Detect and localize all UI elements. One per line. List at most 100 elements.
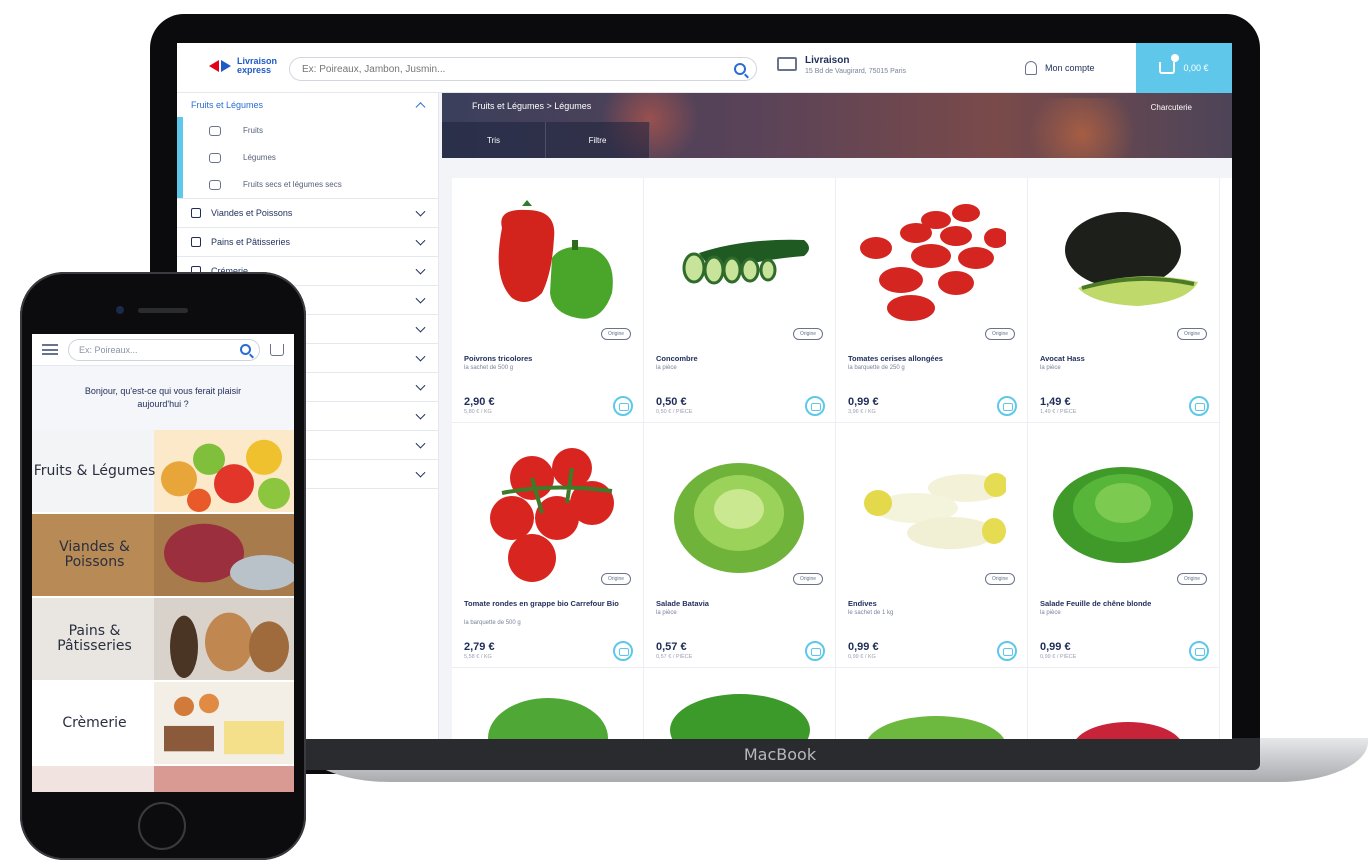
fruit-icon — [209, 125, 221, 136]
add-to-cart-button[interactable] — [805, 396, 825, 416]
add-to-cart-button[interactable] — [997, 641, 1017, 661]
product-grid: Origine Poivrons tricolores la sachet de… — [452, 178, 1232, 739]
hamburger-menu-icon[interactable] — [42, 344, 58, 355]
product-image-endives — [864, 473, 1006, 549]
product-price: 2,90 € — [464, 396, 495, 408]
chevron-down-icon — [415, 206, 426, 217]
add-to-cart-button[interactable] — [613, 396, 633, 416]
meat-icon — [191, 208, 201, 218]
search-bar[interactable] — [289, 57, 757, 81]
chevron-up-icon — [415, 102, 426, 113]
category-tile-viandes-poissons[interactable]: Viandes & Poissons — [32, 514, 294, 598]
chevron-down-icon — [415, 293, 426, 304]
product-price: 0,99 € — [848, 641, 879, 653]
product-name: Concombre — [656, 354, 698, 363]
origin-badge: Origine — [1177, 573, 1207, 585]
product-price: 0,99 € — [848, 396, 879, 408]
product-name: Avocat Hass — [1040, 354, 1085, 363]
product-quantity: la barquette de 250 g — [848, 365, 905, 371]
origin-badge: Origine — [601, 328, 631, 340]
delivery-title: Livraison — [805, 55, 850, 66]
laptop-screen: Livraison express Livraison 15 Bd de Vau… — [177, 43, 1232, 739]
mobile-search-placeholder: Ex: Poireaux... — [79, 344, 138, 355]
product-unit-price: 5,80 € / KG — [464, 409, 492, 415]
category-tile-partial[interactable] — [32, 766, 294, 792]
search-input[interactable] — [302, 58, 722, 80]
delivery-info[interactable]: Livraison 15 Bd de Vaugirard, 75015 Pari… — [777, 55, 906, 75]
tab-filter[interactable]: Filtre — [546, 122, 650, 158]
delivery-address: 15 Bd de Vaugirard, 75015 Paris — [805, 68, 907, 75]
category-tile-fruits-legumes[interactable]: Fruits & Légumes — [32, 430, 294, 514]
product-card[interactable] — [836, 668, 1028, 739]
product-card[interactable]: Origine Poivrons tricolores la sachet de… — [452, 178, 644, 423]
sidebar-item-label: Fruits et Légumes — [191, 100, 264, 110]
sidebar-subitem-label: Fruits — [243, 126, 263, 135]
product-unit-price: 1,49 € / PIÈCE — [1040, 409, 1077, 415]
logo[interactable]: Livraison express — [209, 57, 277, 75]
sidebar-subitem-fruits-secs[interactable]: Fruits secs et légumes secs — [177, 171, 438, 198]
product-card[interactable]: Origine Endives le sachet de 1 kg 0,99 €… — [836, 423, 1028, 668]
product-name: Tomate rondes en grappe bio Carrefour Bi… — [464, 599, 619, 608]
cart-total: 0,00 € — [1183, 63, 1209, 73]
product-card[interactable]: Origine Tomate rondes en grappe bio Carr… — [452, 423, 644, 668]
product-card[interactable]: Origine Salade Feuille de chêne blonde l… — [1028, 423, 1220, 668]
category-label: Fruits & Légumes — [33, 462, 156, 479]
category-image-bread — [154, 598, 294, 680]
add-to-cart-button[interactable] — [1189, 396, 1209, 416]
origin-badge: Origine — [601, 573, 631, 585]
product-quantity: la sachet de 500 g — [464, 365, 514, 371]
home-button[interactable] — [138, 802, 186, 850]
cart-icon[interactable] — [270, 343, 284, 356]
bread-icon — [191, 237, 201, 247]
product-image-peppers — [498, 200, 613, 319]
product-card[interactable] — [452, 668, 644, 739]
mobile-search-input[interactable]: Ex: Poireaux... — [68, 338, 260, 361]
add-to-cart-button[interactable] — [997, 396, 1017, 416]
product-image-vine-tomatoes — [490, 448, 614, 582]
user-icon — [1025, 61, 1037, 75]
add-to-cart-button[interactable] — [805, 641, 825, 661]
product-card[interactable]: Origine Avocat Hass la pièce 1,49 € 1,49… — [1028, 178, 1220, 423]
account-link[interactable]: Mon compte — [1025, 61, 1095, 75]
product-card[interactable]: Origine Tomates cerises allongées la bar… — [836, 178, 1028, 423]
sidebar-item-pains[interactable]: Pains et Pâtisseries — [177, 228, 438, 257]
product-price: 1,49 € — [1040, 396, 1071, 408]
product-quantity: la pièce — [1040, 365, 1061, 371]
product-image-lettuce — [867, 716, 1005, 739]
sidebar-item-viandes[interactable]: Viandes et Poissons — [177, 199, 438, 228]
product-card[interactable]: Origine Salade Batavia la pièce 0,57 € 0… — [644, 423, 836, 668]
sidebar-subitem-label: Légumes — [243, 153, 276, 162]
chevron-down-icon — [415, 409, 426, 420]
product-quantity: le sachet de 1 kg — [848, 610, 894, 616]
banner-tabs: Tris Filtre — [442, 122, 650, 158]
product-card[interactable] — [644, 668, 836, 739]
product-card[interactable] — [1028, 668, 1220, 739]
product-quantity: la pièce — [656, 365, 677, 371]
origin-badge: Origine — [985, 328, 1015, 340]
product-image-oakleaf-salad — [1053, 467, 1193, 563]
mobile-header: Ex: Poireaux... — [32, 334, 294, 366]
category-tile-cremerie[interactable]: Crèmerie — [32, 682, 294, 766]
add-to-cart-button[interactable] — [613, 641, 633, 661]
category-tile-pains-patisseries[interactable]: Pains & Pâtisseries — [32, 598, 294, 682]
sidebar-subitem-label: Fruits secs et légumes secs — [243, 180, 342, 189]
sidebar-subitem-fruits[interactable]: Fruits — [177, 117, 438, 144]
category-image-meat — [154, 514, 294, 596]
product-image-salad — [488, 698, 608, 739]
tab-sort[interactable]: Tris — [442, 122, 546, 158]
search-icon[interactable] — [240, 343, 251, 355]
product-card[interactable]: Origine Concombre la pièce 0,50 € 0,50 €… — [644, 178, 836, 423]
sidebar-item-fruits-legumes[interactable]: Fruits et Légumes — [177, 93, 438, 117]
banner-link[interactable]: Charcuterie — [1151, 103, 1192, 112]
category-image-fruits — [154, 430, 294, 512]
chevron-down-icon — [415, 467, 426, 478]
sidebar-subitem-legumes[interactable]: Légumes — [177, 144, 438, 171]
product-unit-price: 0,99 € / KG — [848, 654, 876, 660]
product-name: Endives — [848, 599, 877, 608]
cart-button[interactable]: 0,00 € — [1136, 43, 1232, 93]
add-to-cart-button[interactable] — [1189, 641, 1209, 661]
category-image-dairy — [154, 682, 294, 764]
search-icon[interactable] — [734, 63, 746, 75]
product-image-radishes — [1076, 722, 1180, 739]
product-price: 0,50 € — [656, 396, 687, 408]
